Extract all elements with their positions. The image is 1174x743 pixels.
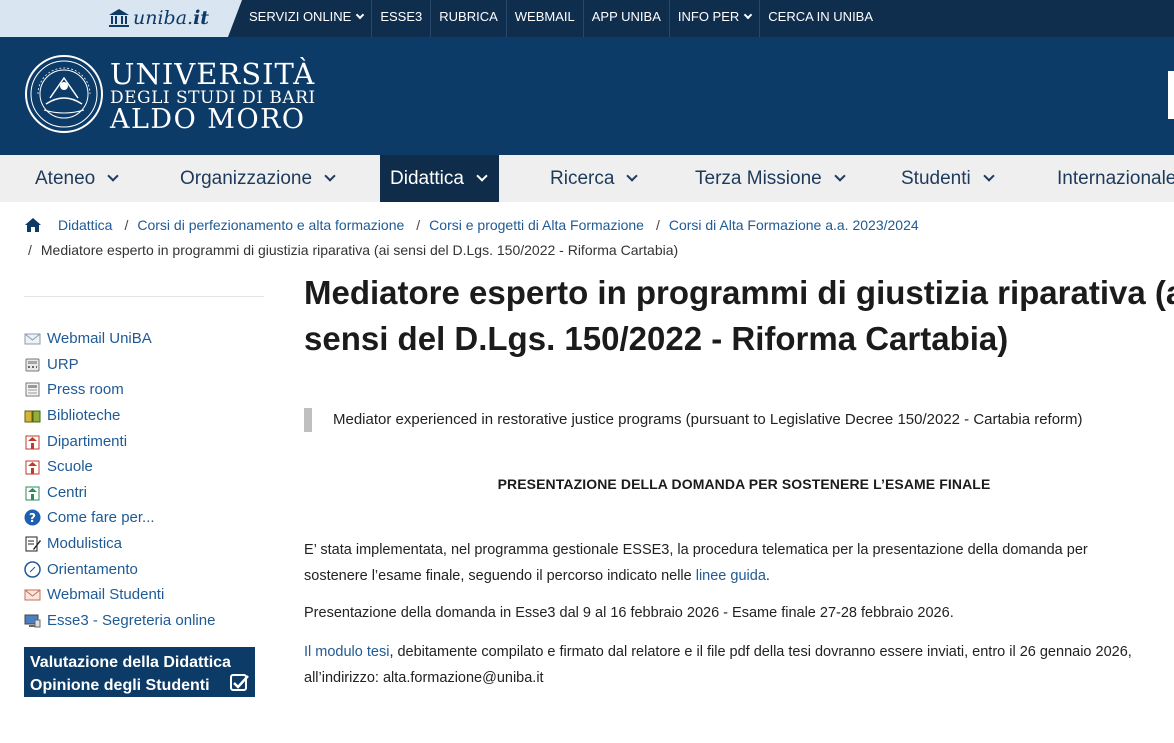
chevron-down-icon [834,170,846,182]
sidebar-links: Webmail UniBA URP Press room Biblioteche… [24,326,215,633]
sidebar-item-modulistica[interactable]: Modulistica [24,531,215,557]
topnav-webmail[interactable]: WEBMAIL [507,0,584,37]
paragraph-procedure: E’ stata implementata, nel programma ges… [304,542,1088,584]
topnav-esse3[interactable]: ESSE3 [372,0,432,37]
nav-organizzazione[interactable]: Organizzazione [180,155,336,202]
center-icon [25,486,40,501]
topnav-cerca-in-uniba[interactable]: CERCA IN UNIBA [760,0,881,37]
university-seal-logo[interactable] [24,54,104,134]
monitor-icon [24,614,41,628]
main-content: Mediatore esperto in programmi di giusti… [304,270,1174,686]
breadcrumb-corsi-2023-2024[interactable]: Corsi di Alta Formazione a.a. 2023/2024 [669,217,919,233]
breadcrumb: Didattica / Corsi di perfezionamento e a… [24,214,1164,261]
breadcrumb-corsi-progetti[interactable]: Corsi e progetti di Alta Formazione [429,217,644,233]
main-nav: Ateneo Organizzazione Didattica Ricerca … [0,155,1174,202]
brand-text: uniba.it [133,7,210,29]
site-header: UNIVERSITÀ DEGLI STUDI DI BARI ALDO MORO [0,37,1174,155]
checkmark-icon [230,674,249,691]
uniba-brand-link[interactable]: uniba.it [0,0,242,37]
sidebar-item-scuole[interactable]: Scuole [24,454,215,480]
sidebar-item-dipartimenti[interactable]: Dipartimenti [24,428,215,454]
linee-guida-link[interactable]: linee guida [696,568,766,584]
book-icon [24,410,41,423]
nav-ateneo[interactable]: Ateneo [35,155,119,202]
breadcrumb-corsi-perfezionamento[interactable]: Corsi di perfezionamento e alta formazio… [137,217,404,233]
help-icon: ? [24,509,41,526]
nav-internazionale[interactable]: Internazionale [1057,155,1174,202]
top-nav: SERVIZI ONLINE ESSE3 RUBRICA WEBMAIL APP… [241,0,881,37]
nav-ricerca[interactable]: Ricerca [550,155,639,202]
chevron-down-icon [324,170,336,182]
sidebar-item-webmail-uniba[interactable]: Webmail UniBA [24,326,215,352]
building-icon [109,9,129,27]
chevron-down-icon [476,170,488,182]
sidebar-item-press-room[interactable]: Press room [24,377,215,403]
school-icon [25,460,40,475]
banner-line2: Opinione degli Studenti [30,677,210,694]
topnav-rubrica[interactable]: RUBRICA [431,0,507,37]
paragraph-thesis: Il modulo tesi, debitamente compilato e … [304,644,1132,686]
home-icon[interactable] [24,217,42,233]
sidebar-item-come-fare-per[interactable]: ? Come fare per... [24,505,215,531]
topnav-info-per[interactable]: INFO PER [670,0,761,37]
banner-line1: Valutazione della Didattica [30,654,231,671]
svg-text:?: ? [29,511,36,525]
chevron-down-icon [983,170,995,182]
search-box[interactable] [1168,71,1174,119]
page-title: Mediatore esperto in programmi di giusti… [304,274,1174,357]
nav-terza-missione[interactable]: Terza Missione [695,155,846,202]
english-title-quote: Mediator experienced in restorative just… [304,408,1083,432]
university-name-line1: UNIVERSITÀ [110,57,316,91]
university-name[interactable]: UNIVERSITÀ DEGLI STUDI DI BARI ALDO MORO [110,59,316,133]
topnav-servizi-online[interactable]: SERVIZI ONLINE [241,0,373,37]
newspaper-icon [25,382,40,397]
sidebar-item-centri[interactable]: Centri [24,480,215,506]
topnav-app-uniba[interactable]: APP UNIBA [584,0,670,37]
phone-icon [25,358,40,372]
top-utility-bar: uniba.it SERVIZI ONLINE ESSE3 RUBRICA WE… [0,0,1174,37]
sidebar-item-webmail-studenti[interactable]: Webmail Studenti [24,582,215,608]
university-name-line3: ALDO MORO [110,104,306,135]
paragraph-dates: Presentazione della domanda in Esse3 dal… [304,605,954,621]
sidebar-item-orientamento[interactable]: Orientamento [24,556,215,582]
sidebar-item-biblioteche[interactable]: Biblioteche [24,403,215,429]
valutazione-didattica-banner[interactable]: Valutazione della Didattica Opinione deg… [24,647,255,697]
sidebar-item-esse3[interactable]: Esse3 - Segreteria online [24,608,215,634]
modulo-tesi-link[interactable]: Il modulo tesi [304,644,389,660]
compass-icon [24,560,41,578]
chevron-down-icon [744,10,753,20]
building-icon [25,435,40,450]
breadcrumb-didattica[interactable]: Didattica [58,217,112,233]
nav-studenti[interactable]: Studenti [901,155,995,202]
nav-didattica[interactable]: Didattica [380,155,499,202]
chevron-down-icon [626,170,639,182]
envelope-icon [24,333,41,345]
section-heading: PRESENTAZIONE DELLA DOMANDA PER SOSTENER… [497,476,991,492]
chevron-down-icon [356,10,365,20]
form-icon [25,536,41,552]
sidebar-item-urp[interactable]: URP [24,352,215,378]
mail-icon [24,589,41,601]
breadcrumb-current: Mediatore esperto in programmi di giusti… [40,242,679,258]
chevron-down-icon [107,170,119,182]
sidebar-divider [24,296,264,297]
